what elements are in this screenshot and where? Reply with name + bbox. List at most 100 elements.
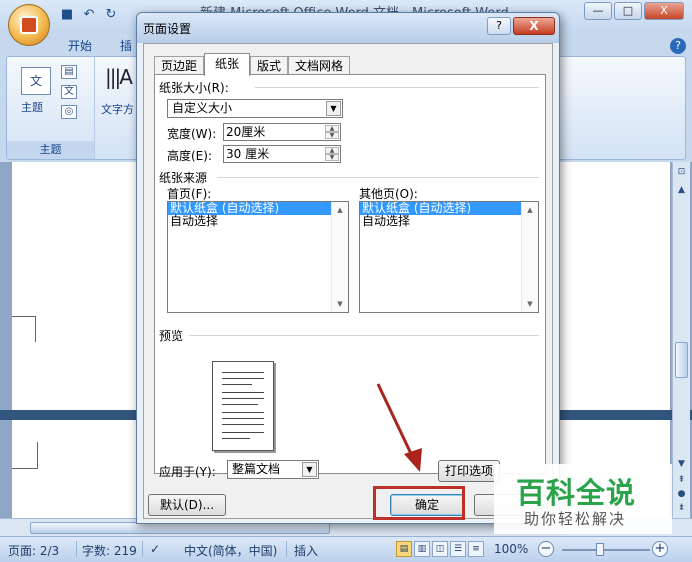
list-item[interactable]: 自动选择 xyxy=(168,215,348,228)
tab-margins[interactable]: 页边距 xyxy=(154,56,205,76)
chevron-down-icon[interactable]: ▼ xyxy=(326,101,341,116)
tab-paper[interactable]: 纸张 xyxy=(204,53,251,76)
section-divider xyxy=(217,177,539,178)
theme-effects-icon[interactable]: ◎ xyxy=(61,105,77,119)
print-layout-icon[interactable]: ▤ xyxy=(396,541,412,557)
tab-layout[interactable]: 版式 xyxy=(250,56,289,76)
watermark-subtitle: 助你轻松解决 xyxy=(524,510,627,528)
undo-icon[interactable]: ↶ xyxy=(80,6,98,24)
list-item[interactable]: 自动选择 xyxy=(360,215,538,228)
first-page-label: 首页(F): xyxy=(167,187,212,201)
zoom-out-icon[interactable]: − xyxy=(538,541,554,557)
maximize-button[interactable]: □ xyxy=(614,2,642,20)
spin-down-icon[interactable]: ▼ xyxy=(325,132,339,139)
ok-button-highlight xyxy=(373,486,465,520)
paper-source-label: 纸张来源 xyxy=(159,171,208,185)
preview-page xyxy=(212,361,274,451)
tab-home[interactable]: 开始 xyxy=(68,37,92,54)
zoom-slider-knob[interactable] xyxy=(596,543,604,556)
dialog-close-button[interactable]: X xyxy=(513,17,555,35)
listbox-scrollbar[interactable]: ▲ ▼ xyxy=(521,202,538,312)
status-bar: 页面: 2/3 字数: 219 ✓ 中文(简体，中国) 插入 ▤ ▥ ◫ ☰ ≡… xyxy=(0,536,692,562)
margin-marker xyxy=(12,468,38,469)
other-pages-listbox[interactable]: 默认纸盒 (自动选择) 自动选择 ▲ ▼ xyxy=(359,201,539,313)
spin-down-icon[interactable]: ▼ xyxy=(325,154,339,161)
status-word-count[interactable]: 字数: 219 xyxy=(82,542,137,559)
tab-document-grid[interactable]: 文档网格 xyxy=(288,56,351,76)
scroll-up-icon[interactable]: ▲ xyxy=(332,206,348,214)
text-direction-label[interactable]: 文字方 xyxy=(101,101,134,117)
page-setup-dialog: 页面设置 ? X 页边距 纸张 版式 文档网格 纸张大小(R): 自定义大小 ▼… xyxy=(136,12,560,524)
zoom-slider-track[interactable] xyxy=(562,549,650,551)
status-separator xyxy=(142,541,143,557)
zoom-level[interactable]: 100% xyxy=(494,542,528,556)
width-input[interactable]: 20厘米 ▲ ▼ xyxy=(223,123,341,141)
dialog-title: 页面设置 xyxy=(143,22,192,36)
full-screen-reading-icon[interactable]: ▥ xyxy=(414,541,430,557)
window-controls: — □ X xyxy=(584,2,684,20)
dialog-body: 页边距 纸张 版式 文档网格 纸张大小(R): 自定义大小 ▼ 宽度(W): 2… xyxy=(143,43,553,519)
theme-fonts-icon[interactable]: 文 xyxy=(61,85,77,99)
outline-icon[interactable]: ☰ xyxy=(450,541,466,557)
status-insert-mode[interactable]: 插入 xyxy=(294,542,318,559)
minimize-button[interactable]: — xyxy=(584,2,612,20)
height-input[interactable]: 30 厘米 ▲ ▼ xyxy=(223,145,341,163)
other-pages-label: 其他页(O): xyxy=(359,187,418,201)
proofing-icon[interactable]: ✓ xyxy=(150,542,160,556)
width-label: 宽度(W): xyxy=(167,127,217,141)
help-icon[interactable]: ? xyxy=(670,38,686,54)
spin-up-icon[interactable]: ▲ xyxy=(325,147,339,154)
office-logo-icon xyxy=(20,16,38,34)
annotation-arrow-icon xyxy=(376,383,422,472)
ribbon-group-label: 主题 xyxy=(7,141,94,159)
web-layout-icon[interactable]: ◫ xyxy=(432,541,448,557)
zoom-in-icon[interactable]: + xyxy=(652,541,668,557)
watermark-brand: 百科全说 xyxy=(516,476,637,510)
paper-size-value: 自定义大小 xyxy=(172,101,233,115)
scroll-up-icon[interactable]: ▲ xyxy=(522,206,538,214)
dialog-help-button[interactable]: ? xyxy=(487,17,511,35)
theme-icon[interactable]: 文 xyxy=(21,67,51,95)
next-page-icon[interactable]: ⇟ xyxy=(675,502,688,515)
margin-marker xyxy=(35,316,36,342)
status-page[interactable]: 页面: 2/3 xyxy=(8,542,59,559)
draft-icon[interactable]: ≡ xyxy=(468,541,484,557)
paper-tab-panel: 纸张大小(R): 自定义大小 ▼ 宽度(W): 20厘米 ▲ ▼ 高度(E): … xyxy=(154,74,546,479)
theme-colors-icon[interactable]: ▤ xyxy=(61,65,77,79)
status-language[interactable]: 中文(简体，中国) xyxy=(184,542,277,559)
dialog-tabs: 页边距 纸张 版式 文档网格 xyxy=(154,53,351,76)
apply-to-select[interactable]: 整篇文档 ▼ xyxy=(227,460,319,479)
browse-object-icon[interactable]: ● xyxy=(675,488,688,501)
view-buttons: ▤ ▥ ◫ ☰ ≡ xyxy=(396,541,484,557)
prev-page-icon[interactable]: ⇞ xyxy=(675,474,688,487)
redo-icon[interactable]: ↻ xyxy=(102,6,120,24)
status-separator xyxy=(76,541,77,557)
quick-access-toolbar: ■ ↶ ↻ xyxy=(58,6,120,26)
theme-label[interactable]: 主题 xyxy=(21,99,43,115)
text-direction-icon[interactable]: |||A xyxy=(105,65,133,89)
section-divider xyxy=(189,335,539,336)
scroll-up-icon[interactable]: ▲ xyxy=(675,184,688,197)
vertical-scroll-thumb[interactable] xyxy=(675,342,688,378)
tab-insert[interactable]: 插 xyxy=(120,37,132,54)
vertical-scrollbar[interactable]: ⊡ ▲ ▼ ⇞ ● ⇟ xyxy=(672,162,690,518)
scroll-down-icon[interactable]: ▼ xyxy=(675,458,688,471)
chevron-down-icon[interactable]: ▼ xyxy=(302,462,317,477)
ruler-toggle-icon[interactable]: ⊡ xyxy=(675,166,688,179)
width-value: 20厘米 xyxy=(226,125,266,139)
scroll-down-icon[interactable]: ▼ xyxy=(522,300,538,308)
default-button[interactable]: 默认(D)... xyxy=(148,494,226,516)
paper-size-select[interactable]: 自定义大小 ▼ xyxy=(167,99,343,118)
section-divider xyxy=(255,87,539,88)
dialog-titlebar[interactable]: 页面设置 ? X xyxy=(137,13,559,43)
scroll-down-icon[interactable]: ▼ xyxy=(332,300,348,308)
spin-up-icon[interactable]: ▲ xyxy=(325,125,339,132)
status-separator xyxy=(286,541,287,557)
first-page-listbox[interactable]: 默认纸盒 (自动选择) 自动选择 ▲ ▼ xyxy=(167,201,349,313)
margin-marker xyxy=(12,316,36,317)
close-window-button[interactable]: X xyxy=(644,2,684,20)
print-options-button[interactable]: 打印选项 xyxy=(438,460,500,482)
save-icon[interactable]: ■ xyxy=(58,6,76,24)
listbox-scrollbar[interactable]: ▲ ▼ xyxy=(331,202,348,312)
apply-to-value: 整篇文档 xyxy=(232,462,281,476)
